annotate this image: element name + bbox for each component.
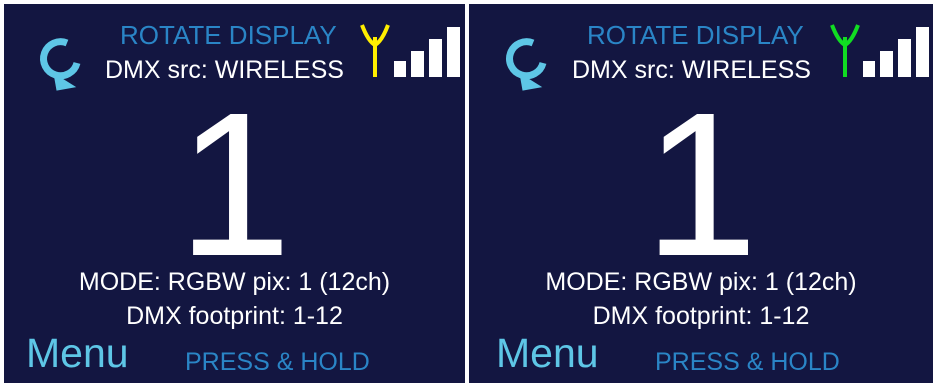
- mode-text: MODE: RGBW pix: 1 (12ch): [78, 268, 391, 296]
- signal-strength-icon: [863, 27, 929, 77]
- antenna-icon: [360, 24, 390, 77]
- channel-number: 1: [177, 70, 292, 299]
- display-panel-left: ROTATE DISPLAY DMX src: WIRELESS 1 MODE:…: [4, 4, 465, 383]
- antenna-icon: [830, 24, 860, 77]
- press-hold-label: PRESS & HOLD: [655, 348, 840, 376]
- mode-text: MODE: RGBW pix: 1 (12ch): [545, 268, 857, 296]
- signal-strength-icon: [394, 27, 460, 77]
- dmx-footprint-text: DMX footprint: 1-12: [592, 302, 810, 330]
- rotate-display-label[interactable]: ROTATE DISPLAY: [587, 20, 804, 51]
- press-hold-label: PRESS & HOLD: [185, 348, 370, 376]
- menu-button[interactable]: Menu: [26, 330, 129, 377]
- menu-button[interactable]: Menu: [496, 330, 599, 377]
- channel-number: 1: [643, 70, 758, 299]
- display-screens: ROTATE DISPLAY DMX src: WIRELESS 1 MODE:…: [0, 0, 933, 383]
- dmx-footprint-text: DMX footprint: 1-12: [126, 302, 343, 330]
- display-panel-right: ROTATE DISPLAY DMX src: WIRELESS 1 MODE:…: [469, 4, 933, 383]
- rotate-display-label[interactable]: ROTATE DISPLAY: [120, 20, 337, 51]
